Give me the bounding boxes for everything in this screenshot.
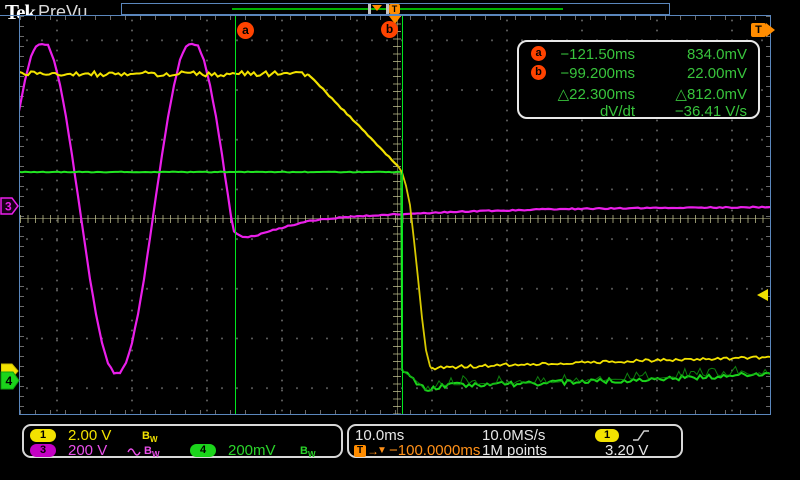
delay-marker-icon: ▼ [377,445,387,456]
channel-1-badge[interactable]: 1 [30,429,56,442]
trigger-level-arrow-icon[interactable] [757,289,768,301]
trigger-offscreen-arrow-icon [766,23,775,37]
channel-4-scale: 200mV [228,444,276,458]
channel-4-badge[interactable]: 4 [190,444,216,457]
horizontal-trigger-box: 10.0ms 10.0MS/s 1 T → ▼ −100.0000ms 1M p… [347,424,683,458]
cursor-b-line[interactable] [402,16,403,414]
dvdt-value: −36.41 V/s [639,103,747,120]
channel-1-bandwidth-icon: BW [142,430,158,444]
cursor-b-time: −99.200ms [547,65,635,82]
cursor-a-badge[interactable]: a [237,22,254,39]
trigger-source-badge[interactable]: 1 [595,429,619,442]
cursor-delta-time: △22.300ms [547,85,635,103]
waveform-ch1-ramp [308,74,398,166]
cursor-b-badge[interactable]: b [381,21,398,38]
cursor-readout-box: a −121.50ms 834.0mV b −99.200ms 22.00mV … [517,40,760,119]
channel-1-scale: 2.00 V [68,429,111,443]
rising-slope-icon [631,429,651,442]
channel-3-badge[interactable]: 3 [30,444,56,457]
waveform-ch1-low [432,356,770,369]
cursor-a-line[interactable] [235,16,236,414]
graticule-top-border-extension [0,15,19,16]
cursor-delta-value: △812.0mV [639,85,747,103]
channel-4-bandwidth-icon: BW [300,445,316,459]
record-length-readout: 1M points [482,444,547,458]
dvdt-label: dV/dt [547,103,635,120]
waveform-ch4-high [20,172,401,173]
record-trigger-marker[interactable]: T [389,4,400,14]
oscilloscope-screen: Tek PreVu T a b T 3 4 [0,0,800,480]
channel-3-scale: 200 V [68,444,107,458]
window-bracket-left[interactable] [368,4,371,14]
trigger-level-readout: 3.20 V [605,444,648,458]
cursor-b-value: 22.00mV [639,65,747,82]
timebase-readout: 10.0ms [355,429,404,443]
cursor-a-value: 834.0mV [639,46,747,63]
channel-4-position-badge[interactable]: 4 [0,371,21,390]
ac-coupling-icon [127,447,142,457]
svg-text:4: 4 [6,374,13,388]
channel-scales-box: 1 2.00 V BW 3 200 V BW 4 200mV BW [22,424,343,458]
waveform-ch1-top [20,71,308,76]
readout-cursor-a-badge: a [531,46,546,61]
sample-rate-readout: 10.0MS/s [482,429,545,443]
record-overview-bar: T [121,3,670,15]
readout-cursor-b-badge: b [531,65,546,80]
cursor-a-time: −121.50ms [547,46,635,63]
trigger-delay-T-icon: T [354,445,366,457]
trigger-offscreen-badge[interactable]: T [751,23,766,37]
channel-3-bandwidth-icon: BW [144,445,160,459]
horizontal-delay-readout: −100.0000ms [389,444,480,458]
window-position-marker[interactable] [372,5,382,11]
channel-3-position-badge[interactable]: 3 [0,197,20,215]
waveform-ch1-fall [398,166,432,369]
svg-text:3: 3 [5,200,12,214]
